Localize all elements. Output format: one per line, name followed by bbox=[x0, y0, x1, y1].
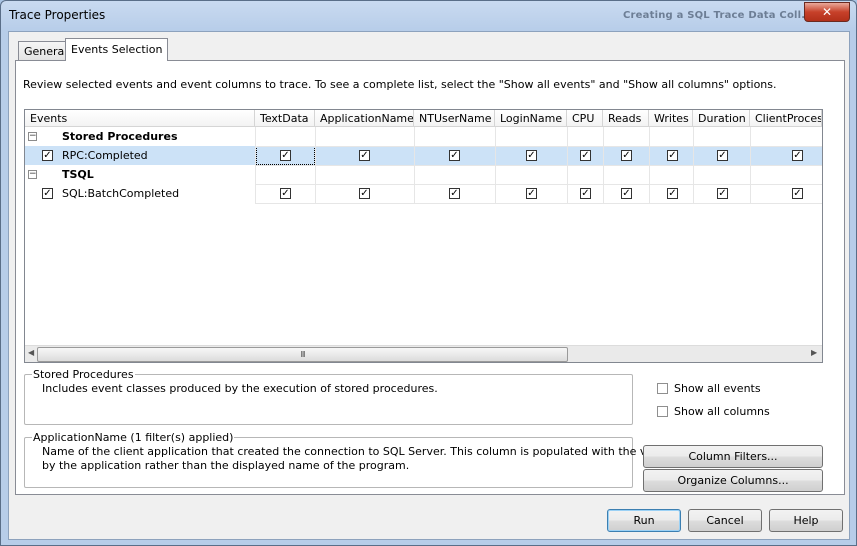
cell-checkbox-reads[interactable]: ✓ bbox=[621, 188, 632, 199]
event-label: RPC:Completed bbox=[62, 149, 148, 162]
cell-checkbox-applicationname[interactable]: ✓ bbox=[359, 150, 370, 161]
organize-columns-button[interactable]: Organize Columns... bbox=[643, 469, 823, 492]
background-window-title: Creating a SQL Trace Data Coll... bbox=[623, 10, 814, 21]
show-all-columns-checkbox[interactable] bbox=[657, 406, 668, 417]
cell-checkbox-loginname[interactable]: ✓ bbox=[526, 188, 537, 199]
column-header-ntusername[interactable]: NTUserName bbox=[414, 110, 495, 127]
event-description-title: Stored Procedures bbox=[32, 368, 135, 381]
horizontal-scrollbar[interactable]: ◀ III ▶ bbox=[25, 345, 822, 362]
event-checkbox[interactable]: ✓ bbox=[42, 150, 53, 161]
collapse-icon[interactable]: − bbox=[28, 170, 37, 179]
column-description-title: ApplicationName (1 filter(s) applied) bbox=[32, 431, 235, 444]
run-button[interactable]: Run bbox=[607, 509, 681, 532]
event-checkbox[interactable]: ✓ bbox=[42, 188, 53, 199]
cell-checkbox-writes[interactable]: ✓ bbox=[667, 150, 678, 161]
column-description-line-2: by the application rather than the displ… bbox=[42, 459, 410, 472]
column-header-applicationname[interactable]: ApplicationName bbox=[315, 110, 414, 127]
grid-line bbox=[255, 203, 822, 204]
event-row-rpc-completed[interactable]: ✓ RPC:Completed ✓ ✓ ✓ ✓ ✓ ✓ ✓ ✓ ✓ bbox=[25, 146, 822, 165]
cell-checkbox-duration[interactable]: ✓ bbox=[717, 150, 728, 161]
events-selection-panel: Review selected events and event columns… bbox=[15, 60, 845, 495]
group-label: TSQL bbox=[62, 168, 94, 181]
grid-line bbox=[255, 184, 822, 185]
column-header-reads[interactable]: Reads bbox=[603, 110, 649, 127]
cell-checkbox-writes[interactable]: ✓ bbox=[667, 188, 678, 199]
show-all-columns-label: Show all columns bbox=[674, 405, 770, 418]
event-description-box: Stored Procedures Includes event classes… bbox=[24, 368, 633, 425]
grip-icon: III bbox=[300, 350, 305, 359]
column-header-textdata[interactable]: TextData bbox=[255, 110, 315, 127]
cell-checkbox-cpu[interactable]: ✓ bbox=[580, 188, 591, 199]
cell-checkbox-reads[interactable]: ✓ bbox=[621, 150, 632, 161]
cell-checkbox-ntusername[interactable]: ✓ bbox=[449, 150, 460, 161]
close-button[interactable]: ✕ bbox=[804, 2, 850, 22]
column-header-events[interactable]: Events bbox=[25, 110, 255, 127]
grid-line bbox=[255, 165, 822, 166]
group-label: Stored Procedures bbox=[62, 130, 178, 143]
events-grid[interactable]: Events TextData ApplicationName NTUserNa… bbox=[24, 109, 823, 363]
column-header-duration[interactable]: Duration bbox=[693, 110, 750, 127]
help-button[interactable]: Help bbox=[769, 509, 843, 532]
title-bar[interactable]: Trace Properties Creating a SQL Trace Da… bbox=[1, 1, 856, 29]
grid-line bbox=[255, 146, 822, 147]
cell-checkbox-applicationname[interactable]: ✓ bbox=[359, 188, 370, 199]
cell-checkbox-duration[interactable]: ✓ bbox=[717, 188, 728, 199]
scrollbar-thumb[interactable]: III bbox=[37, 347, 568, 362]
cell-checkbox-clientprocess[interactable]: ✓ bbox=[792, 150, 803, 161]
scroll-left-icon[interactable]: ◀ bbox=[28, 348, 34, 357]
cell-checkbox-clientprocess[interactable]: ✓ bbox=[792, 188, 803, 199]
column-description-line-1: Name of the client application that crea… bbox=[42, 445, 719, 458]
show-all-events-checkbox[interactable] bbox=[657, 383, 668, 394]
event-label: SQL:BatchCompleted bbox=[62, 187, 180, 200]
column-header-clientprocess[interactable]: ClientProcess bbox=[750, 110, 822, 127]
tab-events-selection-label: Events Selection bbox=[71, 43, 163, 56]
cell-checkbox-textdata[interactable]: ✓ bbox=[280, 188, 291, 199]
collapse-icon[interactable]: − bbox=[28, 132, 37, 141]
group-row-tsql[interactable]: − TSQL bbox=[25, 165, 822, 184]
window-title: Trace Properties bbox=[9, 8, 106, 22]
column-description-box: ApplicationName (1 filter(s) applied) Na… bbox=[24, 431, 718, 488]
show-all-events-label: Show all events bbox=[674, 382, 761, 395]
column-header-writes[interactable]: Writes bbox=[649, 110, 693, 127]
event-row-sql-batchcompleted[interactable]: ✓ SQL:BatchCompleted ✓ ✓ ✓ ✓ ✓ ✓ ✓ ✓ ✓ bbox=[25, 184, 822, 203]
cell-checkbox-ntusername[interactable]: ✓ bbox=[449, 188, 460, 199]
cell-checkbox-loginname[interactable]: ✓ bbox=[526, 150, 537, 161]
tab-events-selection[interactable]: Events Selection bbox=[65, 38, 169, 61]
group-row-stored-procedures[interactable]: − Stored Procedures bbox=[25, 127, 822, 146]
instructions-text: Review selected events and event columns… bbox=[23, 78, 777, 91]
dialog-client-area: General Events Selection Review selected… bbox=[8, 31, 850, 540]
cell-checkbox-cpu[interactable]: ✓ bbox=[580, 150, 591, 161]
trace-properties-window: Trace Properties Creating a SQL Trace Da… bbox=[0, 0, 857, 546]
column-header-cpu[interactable]: CPU bbox=[567, 110, 603, 127]
column-filters-button[interactable]: Column Filters... bbox=[643, 445, 823, 468]
event-description-text: Includes event classes produced by the e… bbox=[42, 382, 438, 395]
column-header-loginname[interactable]: LoginName bbox=[495, 110, 567, 127]
scroll-right-icon[interactable]: ▶ bbox=[811, 348, 817, 357]
close-icon: ✕ bbox=[821, 5, 833, 19]
cell-checkbox-textdata[interactable]: ✓ bbox=[280, 150, 291, 161]
cancel-button[interactable]: Cancel bbox=[688, 509, 762, 532]
tab-general-label: General bbox=[24, 45, 68, 58]
